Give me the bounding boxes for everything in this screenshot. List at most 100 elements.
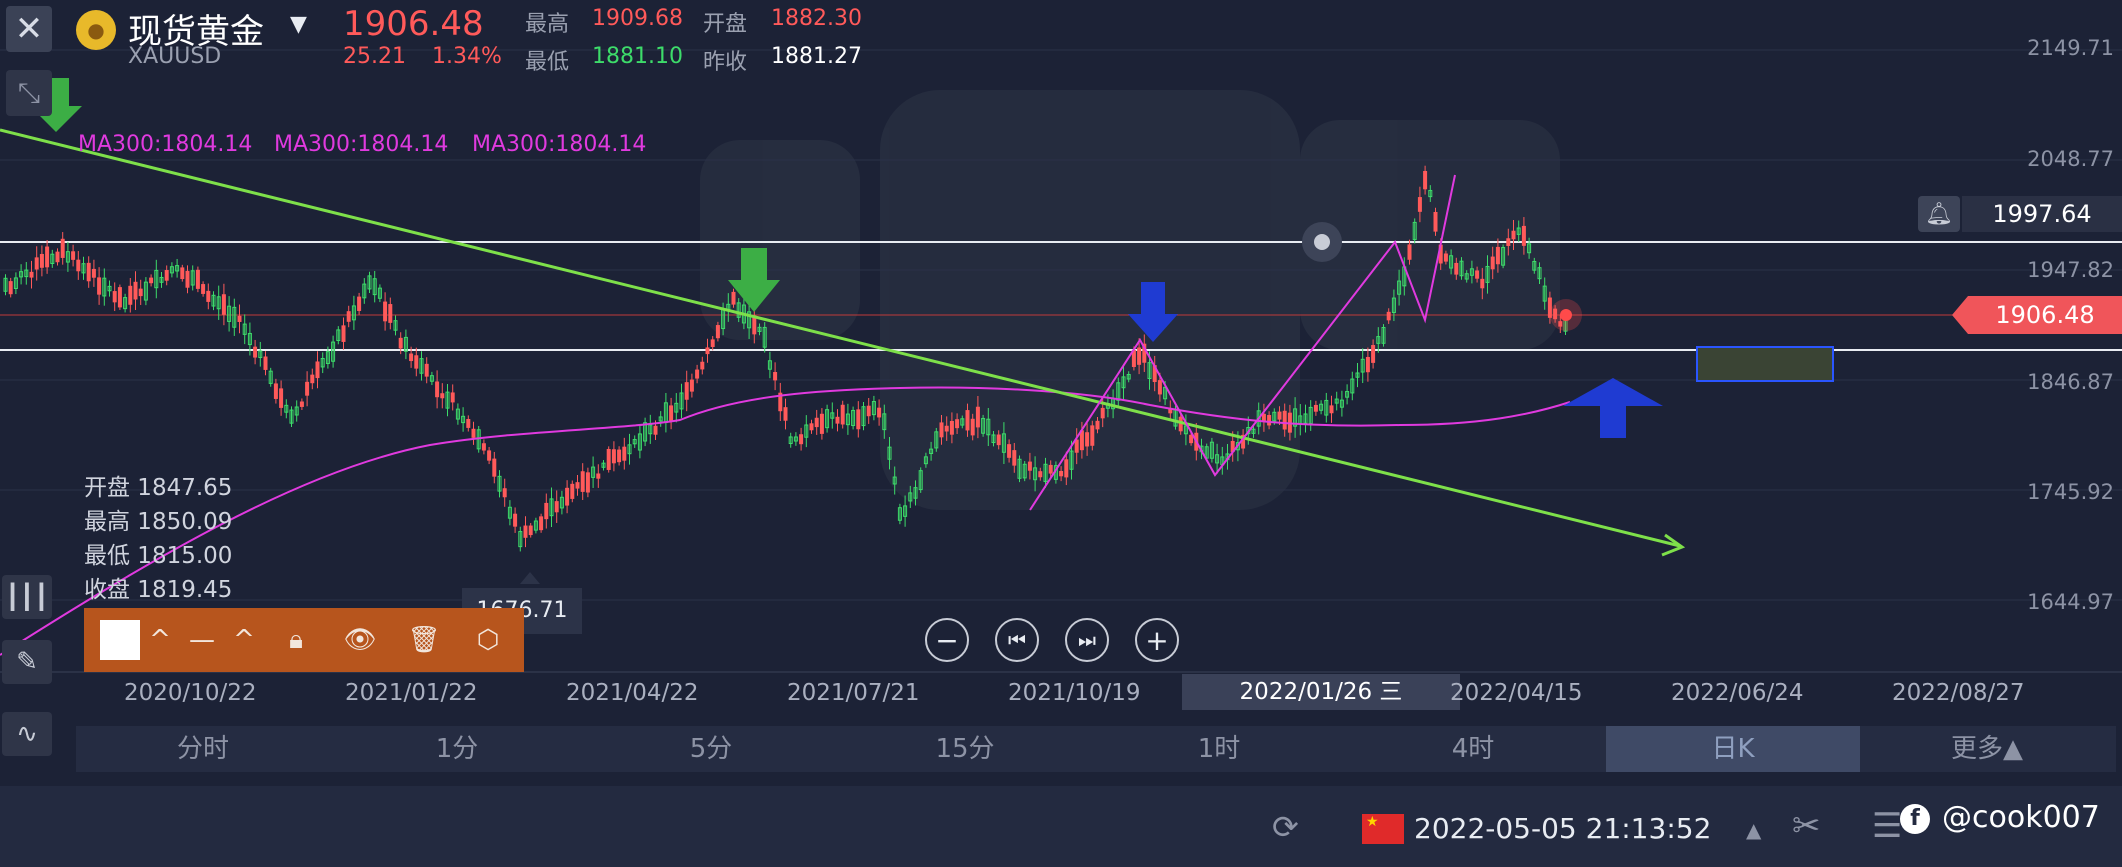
- alert-price-tag[interactable]: 1997.64: [1962, 196, 2122, 232]
- candle-body: [1277, 411, 1282, 420]
- line-style-icon[interactable]: —: [180, 625, 224, 655]
- tab-timeframe[interactable]: 4时: [1346, 726, 1600, 772]
- candle-body: [398, 337, 403, 349]
- candle-body: [606, 448, 611, 470]
- candle-body: [1085, 432, 1090, 447]
- y-tick: 1846.87: [2027, 370, 2114, 394]
- collapse-button[interactable]: ⤡: [6, 70, 52, 116]
- candle-body: [440, 393, 445, 399]
- candle-body: [206, 290, 211, 302]
- zoom-in-button[interactable]: +: [1135, 618, 1179, 662]
- candle-body: [1329, 405, 1334, 414]
- candle-body: [76, 259, 81, 272]
- step-back-button[interactable]: ⏮︎: [995, 618, 1039, 662]
- x-tick: 2021/01/22: [345, 680, 478, 706]
- x-tick: 2020/10/22: [124, 680, 257, 706]
- candle-body: [622, 446, 627, 461]
- candle-body: [1454, 262, 1459, 275]
- candle-body: [180, 267, 185, 280]
- candle-body: [1511, 230, 1516, 240]
- change: 25.21: [343, 44, 406, 69]
- candle-body: [279, 388, 284, 408]
- low-label: 最低: [525, 50, 570, 75]
- tab-timeframe[interactable]: 15分: [838, 726, 1092, 772]
- candle-body: [1423, 170, 1428, 190]
- candle-body: [1407, 244, 1412, 260]
- candle-body: [237, 315, 242, 322]
- ohlc-high: 最高 1850.09: [84, 509, 233, 535]
- color-expand-icon[interactable]: ^: [140, 625, 180, 655]
- candle-body: [29, 271, 34, 278]
- step-forward-button[interactable]: ⏭︎: [1065, 618, 1109, 662]
- candlestick-tool[interactable]: ┃┃┃: [2, 575, 52, 619]
- lock-icon[interactable]: 🔒︎: [264, 625, 328, 656]
- drawing-toolbar: ^ — ^ 🔒︎ 👁︎ 🗑︎ ⬡: [84, 608, 524, 672]
- sync-icon[interactable]: ⟳: [1272, 808, 1299, 846]
- candle-body: [539, 516, 544, 531]
- candle-body: [528, 525, 533, 536]
- candle-body: [944, 425, 949, 432]
- candle-body: [1313, 404, 1318, 412]
- close-button[interactable]: ✕: [6, 6, 52, 52]
- candle-body: [689, 379, 694, 392]
- tab-timeframe[interactable]: 1时: [1092, 726, 1346, 772]
- settings-icon[interactable]: ⬡: [456, 625, 520, 655]
- expand-up-icon[interactable]: ▲: [1746, 818, 1761, 842]
- candle-body: [1417, 197, 1422, 212]
- candle-body: [1490, 256, 1495, 270]
- candle-body: [783, 407, 788, 421]
- menu-icon[interactable]: ☰: [1872, 806, 1902, 846]
- dropdown-icon[interactable]: ▼: [290, 12, 307, 37]
- candle-body: [949, 420, 954, 435]
- tab-timeframe[interactable]: 5分: [584, 726, 838, 772]
- candle-body: [185, 270, 190, 288]
- tab-more[interactable]: 更多▲: [1860, 726, 2114, 772]
- target-box: [1696, 346, 1834, 382]
- candle-body: [965, 410, 970, 431]
- drawing-tool[interactable]: ✎: [2, 640, 52, 684]
- candle-body: [1480, 278, 1485, 289]
- open-label: 开盘: [703, 12, 748, 37]
- candle-body: [684, 382, 689, 400]
- candle-body: [1090, 425, 1095, 446]
- tab-timeframe[interactable]: 分时: [76, 726, 330, 772]
- tools-icon[interactable]: ✂: [1792, 806, 1821, 846]
- candle-body: [1064, 459, 1069, 478]
- tab-timeframe-active[interactable]: 日K: [1606, 726, 1860, 772]
- candle-body: [1157, 380, 1162, 395]
- candle-body: [939, 422, 944, 438]
- zoom-out-button[interactable]: −: [925, 618, 969, 662]
- candle-body: [466, 418, 471, 428]
- open-value: 1882.30: [771, 6, 862, 31]
- trash-icon[interactable]: 🗑︎: [392, 625, 456, 655]
- candle-body: [580, 471, 585, 492]
- pencil-icon: ✎: [16, 647, 38, 677]
- candle-body: [1371, 345, 1376, 363]
- ma300-label-3: MA300:1804.14: [472, 132, 647, 157]
- candle-body: [1365, 356, 1370, 373]
- candle-body: [273, 383, 278, 399]
- candle-body: [164, 270, 169, 281]
- candle-body: [1137, 347, 1142, 365]
- candle-body: [1074, 439, 1079, 453]
- x-tick: 2022/08/27: [1892, 680, 2025, 706]
- indicator-tool[interactable]: ∿: [2, 712, 52, 756]
- candle-body: [97, 277, 102, 295]
- color-swatch[interactable]: [100, 620, 140, 660]
- high-value: 1909.68: [592, 6, 683, 31]
- candle-body: [346, 311, 351, 322]
- candle-body: [809, 423, 814, 431]
- current-price-tag-pointer: [1952, 296, 1968, 334]
- candle-body: [1027, 461, 1032, 471]
- y-tick: 1745.92: [2027, 480, 2114, 504]
- tab-timeframe[interactable]: 1分: [330, 726, 584, 772]
- candle-body: [502, 488, 507, 498]
- eye-icon[interactable]: 👁︎: [328, 625, 392, 655]
- y-tick: 1644.97: [2027, 590, 2114, 614]
- candle-body: [91, 268, 96, 278]
- alert-bell-button[interactable]: 🔔︎: [1918, 196, 1960, 232]
- line-style-expand-icon[interactable]: ^: [224, 625, 264, 655]
- candle-body: [315, 361, 320, 379]
- candle-body: [715, 325, 720, 339]
- candle-body: [450, 392, 455, 403]
